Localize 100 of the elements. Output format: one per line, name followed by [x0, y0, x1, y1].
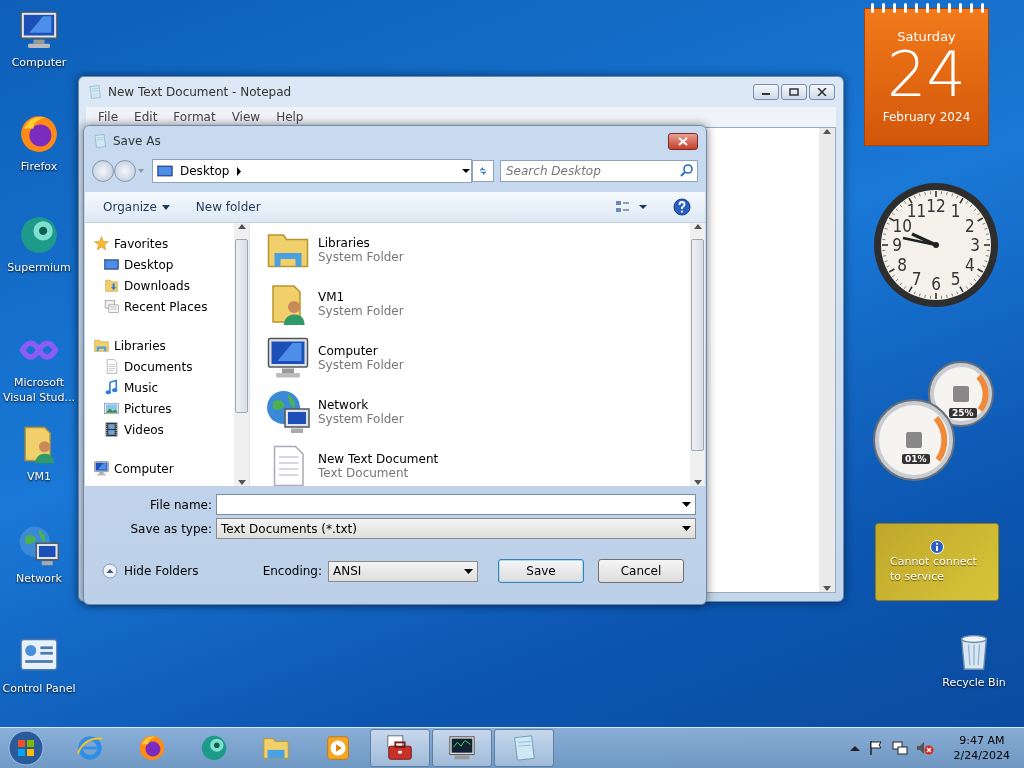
desktop-icon — [103, 256, 120, 273]
file-type: System Folder — [318, 304, 404, 318]
app-logo-icon — [137, 733, 167, 763]
file-name: New Text Document — [318, 452, 439, 466]
menu-item[interactable]: Help — [268, 110, 312, 124]
search-field[interactable]: Search Desktop — [500, 160, 698, 182]
desktop-icon-label: Computer — [10, 55, 68, 70]
breadcrumb-item[interactable]: Desktop — [180, 164, 230, 178]
nav-item[interactable]: Computer — [93, 458, 234, 479]
file-name: Computer — [318, 344, 379, 358]
muted-speaker-icon[interactable] — [915, 740, 934, 756]
network-icon — [264, 388, 312, 436]
recent-places-icon — [103, 298, 120, 315]
clock-number: 6 — [931, 274, 941, 294]
film-icon — [103, 421, 120, 438]
nav-item[interactable]: Downloads — [93, 275, 234, 296]
clock-date[interactable]: 2/24/2024 — [953, 748, 1010, 763]
clock-number: 9 — [892, 235, 902, 255]
clock-number: 1 — [950, 201, 961, 222]
desktop-icon-label: VM1 — [26, 469, 52, 484]
nav-item[interactable]: Libraries — [93, 335, 234, 356]
taskbar-button[interactable] — [432, 729, 492, 767]
dropdown-arrow-icon — [464, 568, 473, 574]
file-name: Network — [318, 398, 370, 412]
downloads-icon — [103, 277, 120, 294]
flag-icon[interactable] — [867, 740, 884, 756]
file-name: VM1 — [318, 290, 346, 304]
notepad-icon — [87, 84, 103, 100]
window-title: New Text Document - Notepad — [108, 85, 292, 99]
calendar-day: 24 — [887, 44, 966, 106]
clock-time[interactable]: 9:47 AM — [959, 733, 1005, 748]
folder-entry[interactable]: Network System Folder — [264, 389, 690, 435]
nav-item[interactable]: Pictures — [93, 398, 234, 419]
meter-reading: 01% — [902, 454, 930, 464]
field-label: File name: — [149, 497, 212, 512]
field-label: Save as type: — [129, 521, 212, 536]
clock-hands-drawing — [902, 232, 939, 248]
dropdown-arrow-icon — [161, 204, 170, 210]
cancel-button[interactable]: Cancel — [598, 559, 684, 583]
maximize-button[interactable] — [781, 84, 807, 100]
address-bar[interactable]: Desktop — [152, 159, 472, 183]
nav-item[interactable]: Recent Places — [93, 296, 234, 317]
desktop-icon-label: Firefox — [19, 159, 59, 174]
scroll-down-icon[interactable] — [823, 586, 831, 592]
search-icon[interactable] — [680, 164, 693, 177]
folder-entry[interactable]: Computer System Folder — [264, 335, 690, 381]
hide-folders-button[interactable]: Hide Folders — [102, 563, 199, 579]
menu-item[interactable]: Edit — [126, 110, 166, 124]
chevron-icon[interactable] — [235, 166, 242, 176]
file-name-field[interactable] — [216, 494, 696, 515]
close-button[interactable] — [668, 132, 698, 150]
start-button[interactable] — [6, 728, 46, 768]
scrollbar[interactable] — [690, 223, 705, 486]
desktop-icon-label: Microsoft Visual Stud... — [1, 375, 77, 405]
desktop-icon-label: Network — [15, 571, 63, 586]
desktop-icon-label: Recycle Bin — [941, 675, 1007, 690]
nav-item[interactable]: Music — [93, 377, 234, 398]
clock-number: 12 — [926, 196, 946, 216]
scrollbar[interactable] — [819, 128, 835, 592]
nav-item[interactable]: Desktop — [93, 254, 234, 275]
nav-item[interactable]: Documents — [93, 356, 234, 377]
view-options-icon[interactable] — [615, 199, 649, 215]
scrollbar[interactable] — [234, 223, 249, 486]
nav-item[interactable]: Favorites — [93, 233, 234, 254]
dropdown-arrow-icon[interactable] — [682, 502, 691, 507]
folder-entry[interactable]: VM1 System Folder — [264, 281, 690, 327]
toolbar-button[interactable]: New folder — [191, 198, 265, 216]
network-icon[interactable] — [891, 740, 908, 756]
menu-item[interactable]: Format — [165, 110, 224, 124]
encoding-dropdown[interactable]: ANSI — [328, 560, 478, 582]
taskbar-button[interactable] — [370, 729, 430, 767]
close-icon — [678, 136, 688, 146]
app-logo-icon — [199, 733, 229, 763]
info-icon — [930, 540, 944, 554]
collapse-icon — [102, 563, 118, 579]
help-icon[interactable] — [673, 198, 691, 216]
desktop-icon-label: Control Panel — [1, 681, 77, 696]
save-button[interactable]: Save — [498, 559, 584, 583]
refresh-icon — [479, 165, 487, 177]
calendar-weekday: Saturday — [897, 29, 956, 44]
folder-entry[interactable]: Libraries System Folder — [264, 227, 690, 273]
minimize-button[interactable] — [753, 84, 779, 100]
document-entry[interactable]: New Text Document Text Document — [264, 443, 690, 486]
dropdown-arrow-icon — [682, 526, 691, 531]
menu-item[interactable]: File — [90, 110, 127, 124]
star-icon — [93, 235, 110, 252]
dropdown-arrow-icon[interactable] — [461, 168, 471, 174]
network-icon[interactable] — [17, 524, 61, 568]
menu-item[interactable]: View — [223, 110, 269, 124]
desktop-icon — [156, 162, 174, 180]
scroll-down-icon[interactable] — [693, 480, 702, 486]
file-type: System Folder — [318, 412, 404, 426]
toolbar-button[interactable]: Organize — [99, 198, 174, 216]
close-button[interactable] — [809, 84, 835, 100]
library-icon — [93, 337, 110, 354]
scroll-down-icon[interactable] — [237, 480, 246, 486]
show-hidden-icons-icon[interactable] — [849, 745, 860, 751]
file-type-dropdown[interactable]: Text Documents (*.txt) — [216, 518, 696, 539]
nav-item[interactable]: Videos — [93, 419, 234, 440]
clock-number: 7 — [911, 268, 922, 289]
